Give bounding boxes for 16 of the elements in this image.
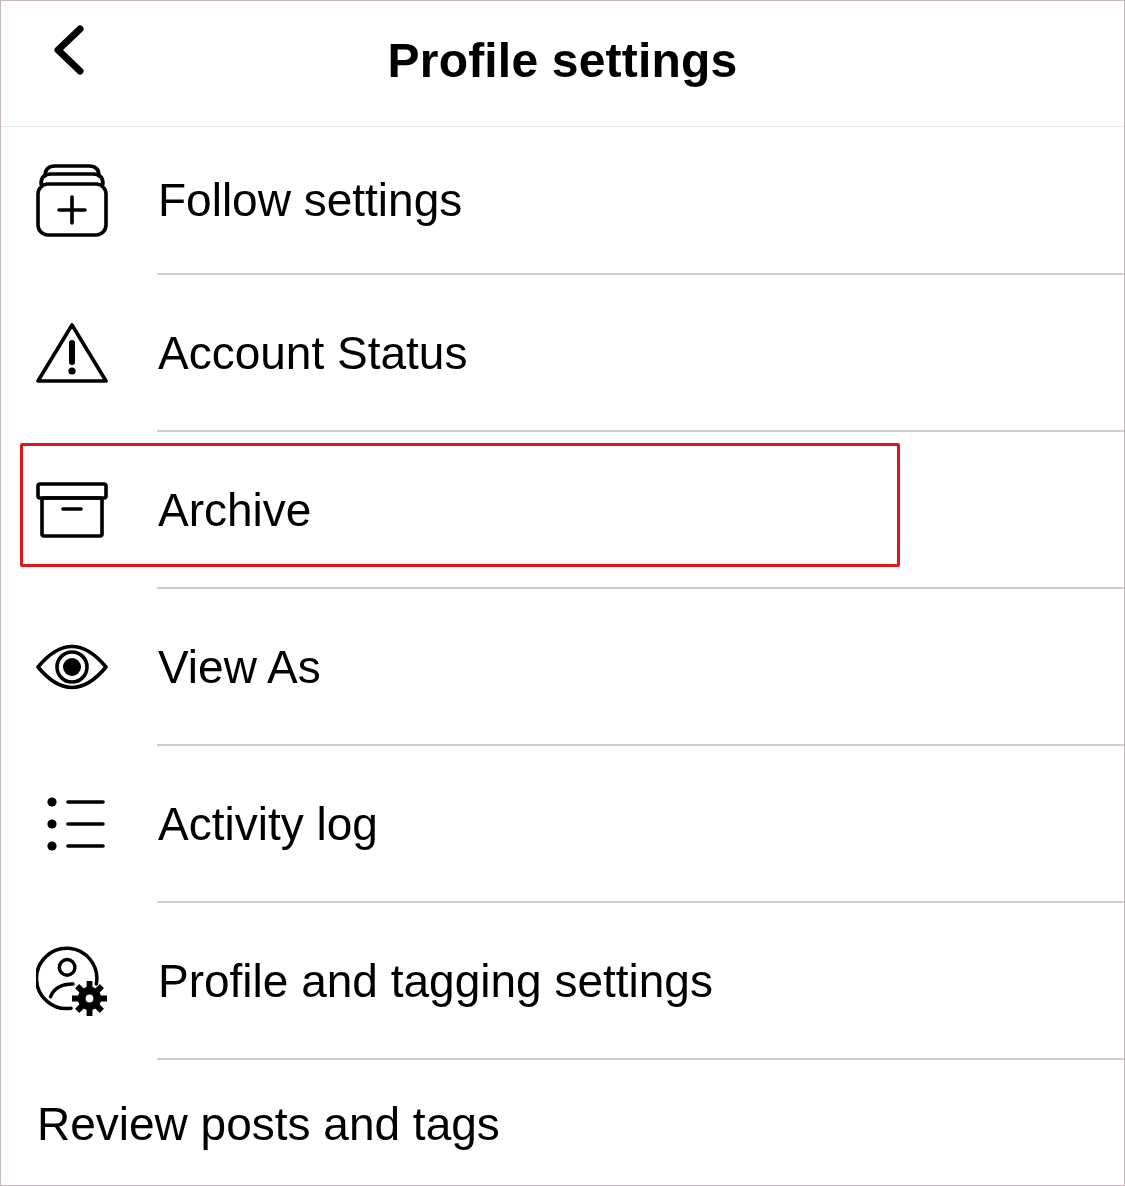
list-icon [47,796,105,851]
cards-plus-icon [36,163,108,237]
menu-item[interactable]: Activity log [1,746,1124,901]
archive-box-icon [36,481,108,538]
user-gear-icon [36,943,108,1018]
page-title: Profile settings [387,33,738,88]
warning-icon [36,321,108,384]
menu-item[interactable]: Review posts and tags [1,1060,1124,1185]
menu-item[interactable]: Archive [1,432,1124,587]
back-chevron-icon [53,25,85,75]
menu-item[interactable]: Account Status [1,275,1124,430]
menu-item[interactable]: View As [1,589,1124,744]
menu-item[interactable]: Follow settings [1,127,1124,273]
eye-icon [36,643,108,690]
menu-item[interactable]: Profile and tagging settings [1,903,1124,1058]
back-button[interactable] [51,23,87,77]
